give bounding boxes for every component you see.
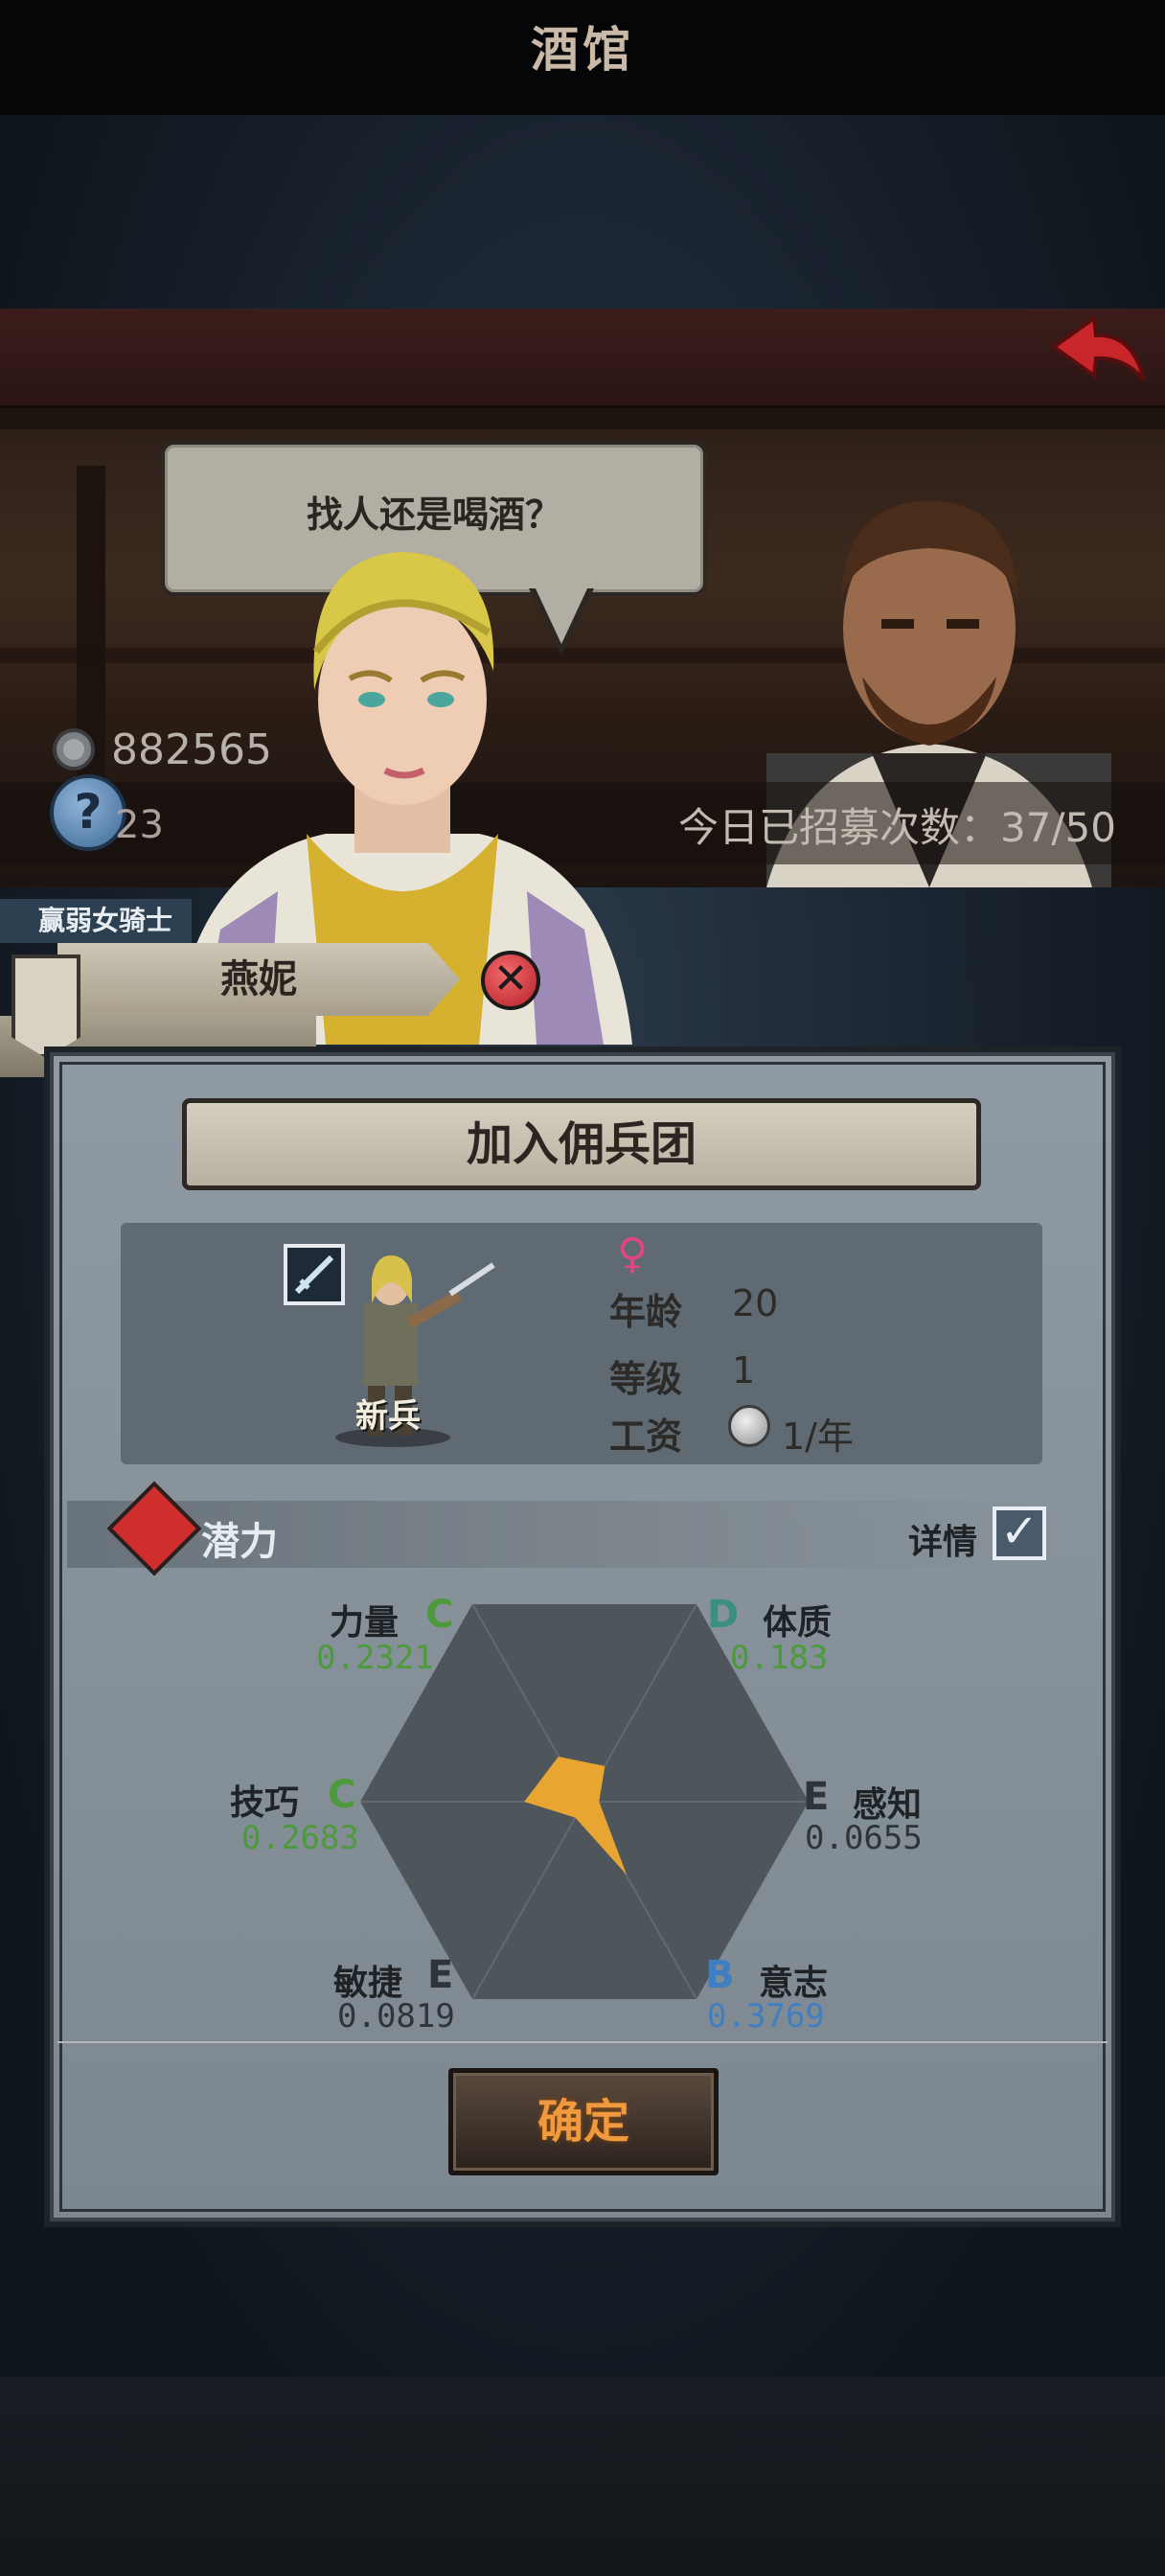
hero-title: 赢弱女骑士 xyxy=(0,899,192,943)
attr-strength-name: 力量 xyxy=(330,1603,400,1643)
dialog-title: 加入佣兵团 xyxy=(466,1117,697,1171)
wage-value: 1/年 xyxy=(782,1415,854,1458)
tavern-title: 酒馆 xyxy=(531,22,634,78)
sword-class-icon xyxy=(284,1244,345,1305)
age-value: 20 xyxy=(732,1282,779,1324)
attr-constitution-value: 0.183 xyxy=(730,1639,829,1677)
attr-agility-grade: E xyxy=(427,1953,454,1997)
details-checkbox[interactable]: ✓ xyxy=(993,1506,1046,1560)
attr-will-grade: B xyxy=(705,1953,735,1997)
confirm-button-label[interactable]: 确定 xyxy=(448,2068,719,2175)
attr-skill-name: 技巧 xyxy=(230,1783,300,1823)
tavern-header xyxy=(0,309,1165,408)
back-arrow-icon[interactable] xyxy=(1046,312,1150,391)
attr-strength-value: 0.2321 xyxy=(316,1639,434,1677)
close-icon[interactable]: ✕ xyxy=(481,951,540,1010)
silver-icon xyxy=(53,728,95,770)
level-value: 1 xyxy=(732,1349,756,1392)
hero-name: 燕妮 xyxy=(220,957,297,1001)
attr-constitution-grade: D xyxy=(707,1593,740,1637)
age-label: 年龄 xyxy=(609,1291,683,1333)
attr-agility-value: 0.0819 xyxy=(337,1997,455,2036)
female-icon: ♀ xyxy=(617,1230,649,1278)
attr-strength-grade: C xyxy=(425,1593,454,1637)
attr-perception-value: 0.0655 xyxy=(805,1819,923,1857)
details-label: 详情 xyxy=(908,1523,978,1562)
speech-text: 找人还是喝酒？ xyxy=(306,494,561,536)
attr-skill-value: 0.2683 xyxy=(241,1819,359,1857)
banner-flag-icon xyxy=(11,954,80,1058)
silver-coin-icon xyxy=(728,1405,770,1447)
attr-skill-grade: C xyxy=(328,1773,356,1817)
bottom-letterbox xyxy=(0,2377,1165,2576)
divider xyxy=(57,2041,1108,2043)
hero-info-box xyxy=(121,1223,1042,1464)
wage-label: 工资 xyxy=(609,1415,683,1458)
attr-perception-grade: E xyxy=(803,1775,830,1819)
attr-will-value: 0.3769 xyxy=(707,1997,825,2036)
potential-label: 潜力 xyxy=(201,1520,278,1564)
attr-constitution-name: 体质 xyxy=(763,1603,833,1643)
level-label: 等级 xyxy=(609,1358,683,1400)
class-label: 新兵 xyxy=(355,1397,421,1436)
